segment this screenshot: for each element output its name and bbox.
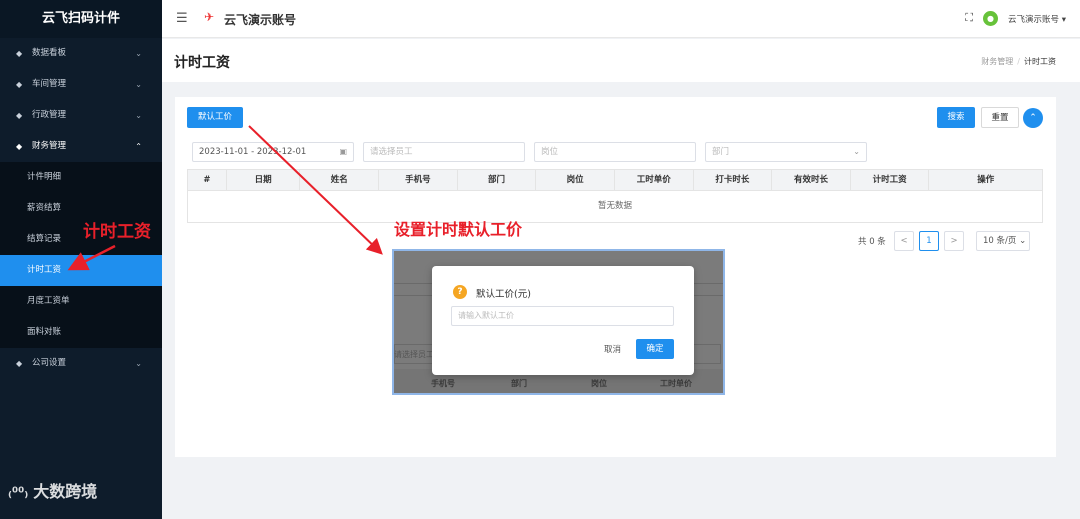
avatar[interactable]: ● [983, 11, 998, 26]
chevron-down-icon: ⌄ [135, 359, 142, 368]
column-header: 手机号 [379, 170, 458, 190]
hamburger-menu-icon[interactable]: ☰ [176, 11, 188, 26]
chevron-down-icon: ⌄ [135, 111, 142, 120]
column-header: 部门 [458, 170, 537, 190]
confirm-button[interactable]: 确定 [636, 339, 674, 359]
question-icon: ? [453, 285, 467, 299]
inset-column: 部门 [511, 379, 527, 388]
inset-column: 工时单价 [660, 379, 692, 388]
menu-item-admin[interactable]: ◆ 行政管理 ⌄ [0, 100, 162, 131]
chevron-up-icon: ⌃ [135, 142, 142, 151]
breadcrumb-current: 计时工资 [1024, 57, 1056, 66]
sub-item-fabric-reconcile[interactable]: 面料对账 [0, 317, 162, 348]
fullscreen-icon[interactable]: ⛶ [965, 11, 973, 25]
menu-item-label: 数据看板 [32, 48, 67, 58]
sub-item-monthly-payslip[interactable]: 月度工资单 [0, 286, 162, 317]
column-header: # [188, 170, 227, 190]
default-wage-dialog: ? 默认工价(元) 请输入默认工价 取消 确定 [432, 266, 694, 375]
column-header: 操作 [977, 175, 995, 185]
date-range-picker[interactable]: 2023-11-01 - 2023-12-01 ▣ [192, 142, 354, 162]
column-header: 有效时长 [772, 170, 851, 190]
column-header: 日期 [227, 170, 301, 190]
menu-item-dashboard[interactable]: ◆ 数据看板 ⌄ [0, 38, 162, 69]
page-titlebar: 计时工资 财务管理 / 计时工资 [162, 39, 1080, 82]
breadcrumb-parent[interactable]: 财务管理 [981, 57, 1013, 66]
tag-icon: ◆ [16, 142, 23, 151]
top-header: ☰ ✈ 云飞演示账号 ⛶ ● 云飞演示账号 ▾ [162, 0, 1080, 38]
main-callout: 设置计时默认工价 [394, 220, 523, 239]
tag-icon: ◆ [16, 111, 23, 120]
column-header: 岗位 [536, 170, 615, 190]
sub-item-hourly-wage[interactable]: 计时工资 [0, 255, 162, 286]
inset-column: 岗位 [591, 379, 607, 388]
column-header: 姓名 [300, 170, 380, 190]
post-select[interactable]: 岗位 [534, 142, 696, 162]
default-wage-input[interactable]: 请输入默认工价 [451, 306, 674, 326]
table-empty: 暂无数据 [187, 191, 1043, 223]
pagination-total: 共 0 条 [858, 237, 886, 247]
pagination-next[interactable]: > [944, 231, 964, 251]
pagination-page[interactable]: 1 [919, 231, 939, 251]
dept-select[interactable]: 部门 ⌄ [705, 142, 867, 162]
brand-logo-icon: ✈ [204, 10, 215, 24]
finance-submenu: 计件明细 薪资结算 结算记录 计时工资 月度工资单 面料对账 [0, 162, 162, 348]
user-menu[interactable]: 云飞演示账号 ▾ [1008, 13, 1066, 25]
chevron-down-icon: ⌄ [853, 147, 860, 156]
menu-item-label: 公司设置 [32, 358, 67, 368]
menu-item-label: 财务管理 [32, 141, 67, 151]
page-size-select[interactable]: 10 条/页 ⌄ [976, 231, 1030, 251]
watermark: ₍⁰⁰₎ 大数跨境 [8, 482, 98, 501]
brand-name: 云飞演示账号 [224, 13, 297, 27]
menu-item-label: 行政管理 [32, 110, 67, 120]
collapse-filters-button[interactable]: ⌃ [1023, 108, 1043, 128]
column-header: 打卡时长 [694, 170, 773, 190]
app-logo: 云飞扫码计件 [0, 0, 162, 38]
menu-item-finance[interactable]: ◆ 财务管理 ⌃ [0, 131, 162, 162]
breadcrumb: 财务管理 / 计时工资 [981, 57, 1056, 66]
menu-item-workshop[interactable]: ◆ 车间管理 ⌄ [0, 69, 162, 100]
tag-icon: ◆ [16, 359, 23, 368]
sidebar: 云飞扫码计件 ◆ 数据看板 ⌄ ◆ 车间管理 ⌄ ◆ 行政管理 ⌄ ◆ 财务管理… [0, 0, 162, 519]
inset-employee-select: 请选择员工 [394, 350, 434, 359]
sub-item-piece-detail[interactable]: 计件明细 [0, 162, 162, 193]
table-header: # 日期 姓名 手机号 部门 岗位 工时单价 打卡时长 有效时长 计时工资 操作 [187, 169, 1043, 191]
tag-icon: ◆ [16, 80, 23, 89]
page-title: 计时工资 [174, 55, 230, 71]
tag-icon: ◆ [16, 49, 23, 58]
inset-column: 手机号 [431, 379, 455, 388]
cancel-button[interactable]: 取消 [604, 343, 621, 355]
reset-button[interactable]: 重置 [981, 107, 1019, 128]
default-wage-button[interactable]: 默认工价 [187, 107, 243, 128]
menu-item-label: 车间管理 [32, 79, 67, 89]
dialog-title: 默认工价(元) [476, 289, 531, 300]
chevron-down-icon: ⌄ [135, 49, 142, 58]
pagination-prev[interactable]: < [894, 231, 914, 251]
search-button[interactable]: 搜索 [937, 107, 975, 128]
chevron-down-icon: ⌄ [135, 80, 142, 89]
column-header: 计时工资 [851, 170, 930, 190]
column-header: 工时单价 [615, 170, 694, 190]
employee-select[interactable]: 请选择员工 [363, 142, 525, 162]
calendar-icon: ▣ [339, 147, 347, 156]
menu-item-company-settings[interactable]: ◆ 公司设置 ⌄ [0, 348, 162, 379]
sidebar-callout: 计时工资 [83, 222, 151, 242]
